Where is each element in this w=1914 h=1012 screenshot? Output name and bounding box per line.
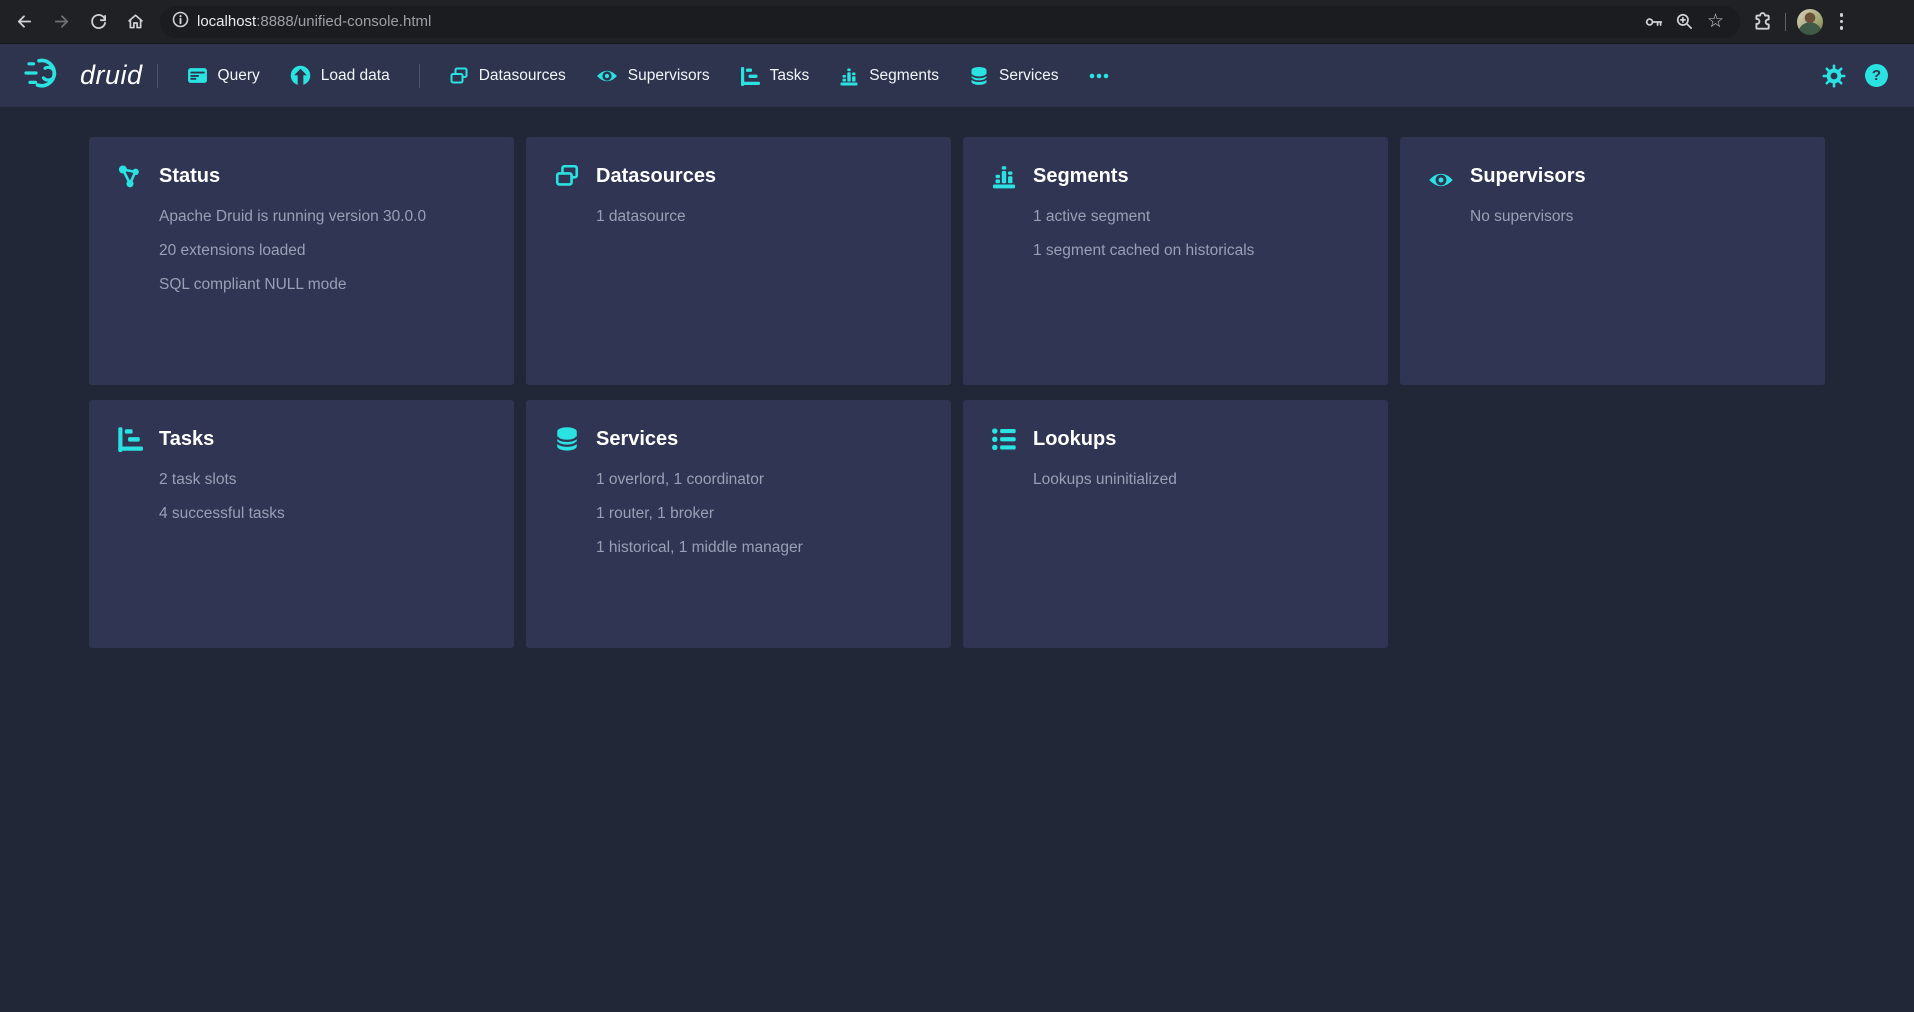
navbar-separator <box>157 64 158 88</box>
home-icon <box>126 12 145 31</box>
extensions-puzzle-icon[interactable] <box>1752 11 1774 33</box>
nav-item-load-data[interactable]: Load data <box>275 44 405 107</box>
nav-item-segments[interactable]: Segments <box>824 44 954 107</box>
help-button[interactable]: ? <box>1865 64 1888 87</box>
url-host: localhost <box>197 13 256 30</box>
nav-item-datasources[interactable]: Datasources <box>434 44 581 107</box>
datasources-icon <box>449 66 469 86</box>
navbar-separator <box>419 64 420 88</box>
status-line: No supervisors <box>1470 206 1797 227</box>
list-icon <box>991 426 1017 452</box>
status-line: 20 extensions loaded <box>159 240 486 261</box>
status-line: Apache Druid is running version 30.0.0 <box>159 206 486 227</box>
status-line: Lookups uninitialized <box>1033 469 1360 490</box>
nav-item-tasks[interactable]: Tasks <box>725 44 825 107</box>
gantt-icon <box>117 426 143 452</box>
druid-navbar: druid Query Load data Datasources Superv… <box>0 44 1914 107</box>
nav-item-label: Query <box>218 67 260 85</box>
help-icon: ? <box>1865 64 1888 87</box>
nav-item-label: Services <box>999 67 1058 85</box>
home-card-grid: Status Apache Druid is running version 3… <box>0 107 1914 648</box>
status-line: 1 historical, 1 middle manager <box>596 537 923 558</box>
card-title: Status <box>159 165 220 188</box>
card-lookups[interactable]: Lookups Lookups uninitialized <box>963 400 1388 648</box>
card-datasources[interactable]: Datasources 1 datasource <box>526 137 951 385</box>
url-bar[interactable]: localhost:8888/unified-console.html ☆ <box>160 6 1740 38</box>
forward-button[interactable] <box>43 3 80 40</box>
url-path: :8888/unified-console.html <box>256 13 431 30</box>
card-tasks[interactable]: Tasks 2 task slots 4 successful tasks <box>89 400 514 648</box>
status-line: 1 overlord, 1 coordinator <box>596 469 923 490</box>
nav-item-label: Segments <box>869 67 939 85</box>
reload-button[interactable] <box>80 3 117 40</box>
status-line: 1 segment cached on historicals <box>1033 240 1360 261</box>
site-info-icon[interactable] <box>172 11 189 33</box>
settings-gear-button[interactable] <box>1822 64 1846 88</box>
load-data-icon <box>290 65 311 86</box>
status-line: 1 active segment <box>1033 206 1360 227</box>
reload-icon <box>89 12 108 31</box>
nav-item-query[interactable]: Query <box>172 44 275 107</box>
home-button[interactable] <box>117 3 154 40</box>
card-title: Datasources <box>596 165 716 188</box>
back-icon <box>15 12 34 31</box>
bar-chart-icon <box>839 66 859 86</box>
status-line: SQL compliant NULL mode <box>159 274 486 295</box>
card-title: Tasks <box>159 428 214 451</box>
card-title: Supervisors <box>1470 165 1586 188</box>
query-icon <box>187 65 208 86</box>
toolbar-divider <box>1785 13 1786 31</box>
database-icon <box>554 426 580 452</box>
status-line: 1 router, 1 broker <box>596 503 923 524</box>
password-key-icon[interactable] <box>1641 9 1666 34</box>
card-title: Lookups <box>1033 428 1116 451</box>
card-supervisors[interactable]: Supervisors No supervisors <box>1400 137 1825 385</box>
bookmark-star-icon[interactable]: ☆ <box>1703 9 1728 34</box>
ellipsis-icon <box>1088 66 1110 86</box>
nav-item-label: Load data <box>321 67 390 85</box>
nav-item-label: Tasks <box>770 67 810 85</box>
status-line: 1 datasource <box>596 206 923 227</box>
card-segments[interactable]: Segments 1 active segment 1 segment cach… <box>963 137 1388 385</box>
nav-item-label: Datasources <box>479 67 566 85</box>
bar-chart-icon <box>991 163 1017 189</box>
card-title: Services <box>596 428 678 451</box>
eye-icon <box>1428 163 1454 189</box>
back-button[interactable] <box>6 3 43 40</box>
database-icon <box>969 66 989 86</box>
druid-wordmark: druid <box>80 60 143 91</box>
forward-icon <box>52 12 71 31</box>
zoom-in-icon[interactable] <box>1672 9 1697 34</box>
url-text: localhost:8888/unified-console.html <box>197 13 431 30</box>
card-services[interactable]: Services 1 overlord, 1 coordinator 1 rou… <box>526 400 951 648</box>
datasources-icon <box>554 163 580 189</box>
profile-avatar[interactable] <box>1797 9 1823 35</box>
gantt-icon <box>740 66 760 86</box>
status-line: 2 task slots <box>159 469 486 490</box>
druid-logo-icon <box>24 56 70 95</box>
graph-icon <box>117 163 143 189</box>
eye-icon <box>596 68 618 84</box>
card-status[interactable]: Status Apache Druid is running version 3… <box>89 137 514 385</box>
card-title: Segments <box>1033 165 1129 188</box>
browser-toolbar: localhost:8888/unified-console.html ☆ <box>0 0 1914 44</box>
nav-item-supervisors[interactable]: Supervisors <box>581 44 725 107</box>
browser-menu-button[interactable] <box>1834 13 1849 29</box>
druid-brand[interactable]: druid <box>24 56 143 95</box>
nav-item-label: Supervisors <box>628 67 710 85</box>
status-line: 4 successful tasks <box>159 503 486 524</box>
nav-item-more[interactable] <box>1073 44 1125 107</box>
nav-item-services[interactable]: Services <box>954 44 1073 107</box>
